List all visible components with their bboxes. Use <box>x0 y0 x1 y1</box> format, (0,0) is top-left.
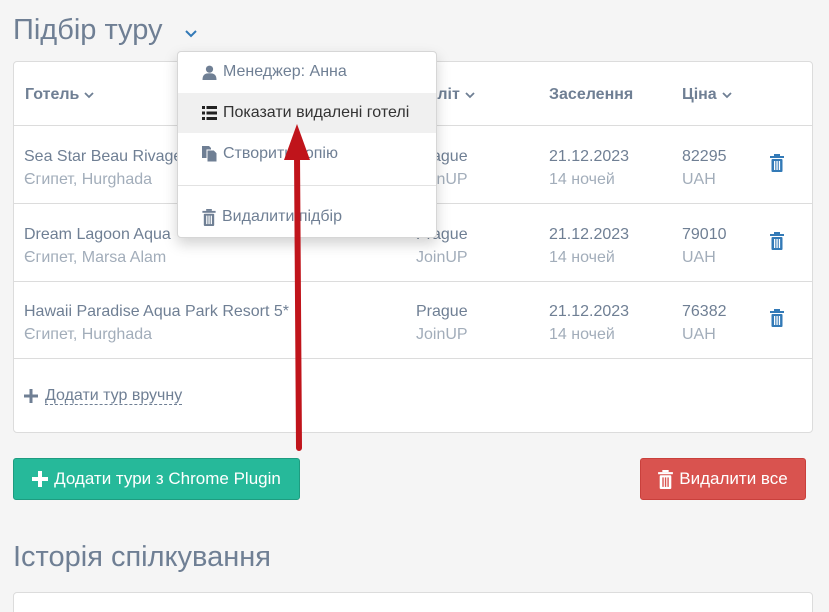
tour-operator: JoinUP <box>416 249 468 266</box>
price-currency: UAH <box>682 249 716 266</box>
dropdown-item-label: Створити копію <box>223 145 338 162</box>
dropdown-item-manager[interactable]: Менеджер: Анна <box>178 52 436 92</box>
delete-all-label: Видалити все <box>679 469 788 488</box>
add-chrome-plugin-label: Додати тури з Chrome Plugin <box>54 469 281 488</box>
plus-icon <box>24 389 38 403</box>
trash-icon[interactable] <box>770 154 784 172</box>
checkin-cell: 21.12.2023 14 ночей <box>549 223 629 269</box>
chevron-down-icon[interactable] <box>183 26 199 42</box>
add-manual-tour-label: Додати тур вручну <box>45 387 183 405</box>
add-manual-tour-link[interactable]: Додати тур вручну <box>24 387 183 405</box>
column-hotel[interactable]: Готель <box>25 86 95 104</box>
price-cell: 79010 UAH <box>682 223 727 269</box>
price-currency: UAH <box>682 171 716 188</box>
trash-icon <box>202 208 216 226</box>
tour-operator: JoinUP <box>416 326 468 343</box>
departure-cell: Prague JoinUP <box>416 300 468 346</box>
dropdown-item-delete-selection[interactable]: Видалити підбір <box>178 197 436 237</box>
list-icon <box>202 106 217 120</box>
checkin-date: 21.12.2023 <box>549 226 630 243</box>
chevron-down-icon <box>465 92 475 99</box>
price-value: 79010 <box>682 226 727 243</box>
dropdown-divider <box>178 185 436 186</box>
price-value: 76382 <box>682 303 727 320</box>
dropdown-item-label: Менеджер: Анна <box>223 63 347 80</box>
hotel-location: Єгипет, Hurghada <box>24 326 153 343</box>
price-currency: UAH <box>682 326 716 343</box>
nights-count: 14 ночей <box>549 171 615 188</box>
price-cell: 82295 UAH <box>682 145 727 191</box>
hotel-name: Hawaii Paradise Aqua Park Resort 5* <box>24 303 290 320</box>
hotel-cell: Sea Star Beau Rivage Єгипет, Hurghada <box>24 145 182 191</box>
hotel-location: Єгипет, Marsa Alam <box>24 249 167 266</box>
user-icon <box>202 65 217 80</box>
plus-icon <box>32 471 49 487</box>
chevron-down-icon <box>722 92 732 99</box>
checkin-date: 21.12.2023 <box>549 148 630 165</box>
column-checkin: Заселення <box>549 86 633 104</box>
dropdown-item-copy[interactable]: Створити копію <box>178 134 436 174</box>
price-cell: 76382 UAH <box>682 300 727 346</box>
departure-city: Prague <box>416 303 468 320</box>
hotel-cell: Dream Lagoon Aqua Єгипет, Marsa Alam <box>24 223 171 269</box>
checkin-cell: 21.12.2023 14 ночей <box>549 145 629 191</box>
nights-count: 14 ночей <box>549 326 615 343</box>
trash-icon[interactable] <box>770 232 784 250</box>
column-hotel-label: Готель <box>25 86 80 103</box>
hotel-name: Sea Star Beau Rivage <box>24 148 183 165</box>
options-dropdown: Менеджер: Анна Показати видалені готелі … <box>177 51 437 238</box>
page-title-wrap: Підбір туру <box>13 14 199 47</box>
chevron-down-icon <box>84 92 95 99</box>
page-title: Підбір туру <box>13 14 163 46</box>
column-checkin-label: Заселення <box>549 86 634 103</box>
hotel-location: Єгипет, Hurghada <box>24 171 153 188</box>
delete-all-button[interactable]: Видалити все <box>640 458 806 500</box>
column-price-label: Ціна <box>682 86 717 103</box>
column-price[interactable]: Ціна <box>682 86 733 104</box>
hotel-cell: Hawaii Paradise Aqua Park Resort 5* Єгип… <box>24 300 289 346</box>
trash-icon <box>658 469 674 489</box>
dropdown-item-label: Показати видалені готелі <box>223 104 410 121</box>
dropdown-item-show-deleted[interactable]: Показати видалені готелі <box>178 93 436 133</box>
history-panel <box>13 592 813 612</box>
dropdown-item-label: Видалити підбір <box>222 208 342 225</box>
price-value: 82295 <box>682 148 727 165</box>
nights-count: 14 ночей <box>549 249 615 266</box>
checkin-date: 21.12.2023 <box>549 303 630 320</box>
trash-icon[interactable] <box>770 309 784 327</box>
copy-icon <box>202 146 217 162</box>
hotel-name: Dream Lagoon Aqua <box>24 226 171 243</box>
add-chrome-plugin-button[interactable]: Додати тури з Chrome Plugin <box>13 458 300 500</box>
checkin-cell: 21.12.2023 14 ночей <box>549 300 629 346</box>
table-row: Hawaii Paradise Aqua Park Resort 5* Єгип… <box>14 281 812 359</box>
history-title: Історія спілкування <box>13 541 271 573</box>
